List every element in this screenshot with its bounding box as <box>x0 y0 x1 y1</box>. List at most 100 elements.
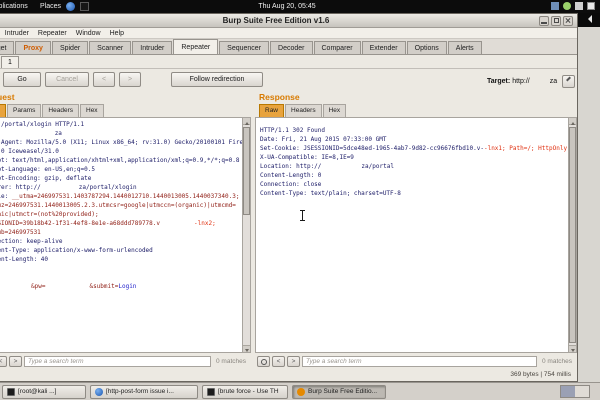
menu-window[interactable]: Window <box>76 30 101 37</box>
tab-options[interactable]: Options <box>407 41 447 54</box>
repeater-tab-1[interactable]: 1 <box>1 56 19 68</box>
taskbar-item-label: Burp Suite Free Editio... <box>308 388 377 395</box>
menu-repeater[interactable]: Repeater <box>38 30 67 37</box>
response-search-bar: < > 0 matches <box>255 353 577 369</box>
request-tab-params[interactable]: Params <box>7 104 41 117</box>
taskbar: [root@kali ...] [http-post-form issue i.… <box>0 382 600 400</box>
response-panel: Response Raw Headers Hex HTTP/1.1 302 Fo… <box>255 91 577 381</box>
desktop-topbar: Applications Places Thu Aug 20, 05:45 <box>0 0 600 13</box>
response-tab-raw[interactable]: Raw <box>259 104 284 117</box>
request-search-matches: 0 matches <box>213 358 249 365</box>
scroll-down-icon[interactable] <box>243 345 250 352</box>
scroll-up-icon[interactable] <box>569 118 576 125</box>
request-tab-raw[interactable]: Raw <box>0 104 6 117</box>
edit-target-icon[interactable] <box>562 75 575 88</box>
response-viewer[interactable]: HTTP/1.1 302 FoundDate: Fri, 21 Aug 2015… <box>255 117 577 353</box>
search-next-button[interactable]: > <box>287 356 300 367</box>
status-icon[interactable] <box>563 2 571 10</box>
taskbar-item-label: [root@kali ...] <box>18 388 56 395</box>
target-label: Target: <box>487 78 510 85</box>
scroll-up-icon[interactable] <box>243 118 250 125</box>
menu-help[interactable]: Help <box>110 30 124 37</box>
search-prev-button[interactable]: < <box>0 356 7 367</box>
workspace-2[interactable] <box>575 386 589 397</box>
tab-target[interactable]: Target <box>0 41 14 54</box>
repeater-controls: Go Cancel < > Follow redirection Target:… <box>0 69 577 91</box>
scrollbar-thumb[interactable] <box>243 127 250 215</box>
window-title: Burp Suite Free Edition v1.6 <box>0 14 577 27</box>
response-text[interactable]: HTTP/1.1 302 FoundDate: Fri, 21 Aug 2015… <box>256 118 568 352</box>
display-icon[interactable] <box>575 2 583 10</box>
response-tab-hex[interactable]: Hex <box>323 104 347 117</box>
tab-spider[interactable]: Spider <box>52 41 88 54</box>
battery-icon[interactable] <box>587 2 595 10</box>
taskbar-item-root-terminal[interactable]: [root@kali ...] <box>2 385 86 399</box>
request-text[interactable]: POST /portal/xlogin HTTP/1.1Host: zaUser… <box>0 118 242 352</box>
burp-window: Burp Suite Free Edition v1.6 Burp Intrud… <box>0 13 578 382</box>
window-titlebar[interactable]: Burp Suite Free Edition v1.6 <box>0 14 577 28</box>
response-tab-headers[interactable]: Headers <box>285 104 322 117</box>
workspace-1[interactable] <box>561 386 575 397</box>
request-tab-hex[interactable]: Hex <box>80 104 104 117</box>
volume-icon[interactable] <box>584 15 592 23</box>
tab-proxy[interactable]: Proxy <box>15 41 50 54</box>
system-tray <box>551 2 595 10</box>
prev-request-button[interactable]: < <box>93 72 115 87</box>
scrollbar-thumb[interactable] <box>569 127 576 343</box>
search-icon[interactable] <box>257 356 270 367</box>
search-next-button[interactable]: > <box>9 356 22 367</box>
workspace-pager[interactable] <box>560 385 590 398</box>
tab-repeater[interactable]: Repeater <box>173 39 218 54</box>
tab-scanner[interactable]: Scanner <box>89 41 131 54</box>
tab-extender[interactable]: Extender <box>362 41 406 54</box>
search-prev-button[interactable]: < <box>272 356 285 367</box>
next-request-button[interactable]: > <box>119 72 141 87</box>
request-tab-headers[interactable]: Headers <box>42 104 79 117</box>
follow-redirection-button[interactable]: Follow redirection <box>171 72 263 87</box>
target-display: Target: http:// za <box>487 74 575 88</box>
tab-intruder[interactable]: Intruder <box>132 41 172 54</box>
request-search-input[interactable] <box>24 356 211 367</box>
desktop: Applications Places Thu Aug 20, 05:45 Bu… <box>0 0 600 400</box>
burp-icon <box>297 388 305 396</box>
taskbar-item-burp[interactable]: Burp Suite Free Editio... <box>292 385 386 399</box>
request-view-tabs: Raw Params Headers Hex <box>0 104 105 117</box>
response-view-tabs: Raw Headers Hex <box>259 104 347 117</box>
request-panel: Request Raw Params Headers Hex POST /por… <box>0 91 251 381</box>
response-scrollbar[interactable] <box>568 118 576 352</box>
target-host-suffix: za <box>550 78 557 85</box>
scroll-down-icon[interactable] <box>569 345 576 352</box>
request-scrollbar[interactable] <box>242 118 250 352</box>
response-search-matches: 0 matches <box>539 358 575 365</box>
taskbar-item-browser[interactable]: [http-post-form issue i... <box>90 385 198 399</box>
window-controls <box>539 16 573 26</box>
repeater-tab-row: 1 <box>0 55 577 69</box>
taskbar-item-bruteforce-terminal[interactable]: [brute force - Use TH <box>202 385 288 399</box>
tab-sequencer[interactable]: Sequencer <box>219 41 269 54</box>
request-editor[interactable]: POST /portal/xlogin HTTP/1.1Host: zaUser… <box>0 117 251 353</box>
main-tab-bar: Target Proxy Spider Scanner Intruder Rep… <box>0 39 577 55</box>
close-icon[interactable] <box>563 16 573 26</box>
maximize-icon[interactable] <box>551 16 561 26</box>
taskbar-item-label: [brute force - Use TH <box>218 388 279 395</box>
tab-alerts[interactable]: Alerts <box>448 41 482 54</box>
tab-comparer[interactable]: Comparer <box>314 41 361 54</box>
terminal-icon <box>7 388 15 396</box>
menu-intruder[interactable]: Intruder <box>5 30 29 37</box>
menu-bar: Burp Intruder Repeater Window Help <box>0 28 577 39</box>
iceweasel-icon <box>95 388 103 396</box>
clock[interactable]: Thu Aug 20, 05:45 <box>0 3 600 10</box>
network-icon[interactable] <box>551 2 559 10</box>
screen: Applications Places Thu Aug 20, 05:45 Bu… <box>0 0 600 400</box>
response-search-input[interactable] <box>302 356 537 367</box>
terminal-icon <box>207 388 215 396</box>
tab-decoder[interactable]: Decoder <box>270 41 312 54</box>
response-panel-title: Response <box>259 91 300 104</box>
response-size-status: 369 bytes | 754 millis <box>255 369 577 381</box>
go-button[interactable]: Go <box>3 72 41 87</box>
cancel-button[interactable]: Cancel <box>45 72 89 87</box>
i-beam-cursor <box>299 210 306 222</box>
target-scheme: http:// <box>512 78 530 85</box>
target-host-redacted <box>532 81 548 82</box>
minimize-icon[interactable] <box>539 16 549 26</box>
